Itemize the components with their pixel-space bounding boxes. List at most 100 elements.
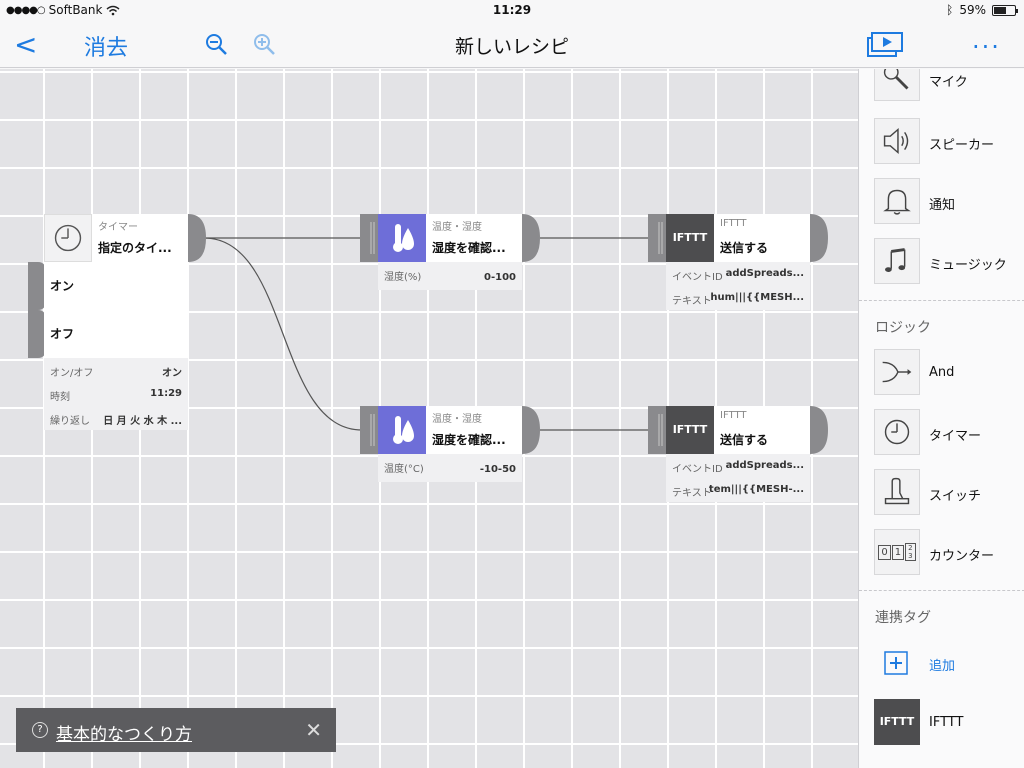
temperature-humidity-icon (378, 406, 426, 454)
palette-item-label: 通知 (929, 198, 956, 213)
counter-digit: 1 (891, 544, 905, 560)
ifttt-properties[interactable]: イベントID addSpreads... テキスト tem|||{{MESH-... (666, 454, 810, 502)
more-options-button[interactable]: ... (972, 26, 1001, 54)
input-connector-temperature[interactable] (360, 406, 378, 454)
palette-item-switch[interactable]: スイッチ (859, 469, 1024, 529)
close-icon[interactable]: ✕ (305, 718, 322, 742)
block-name: 湿度を確認... (432, 433, 506, 447)
back-button[interactable]: < (14, 28, 37, 61)
temperature-humidity-icon (378, 214, 426, 262)
counter-digits-stack: 2 3 (905, 543, 916, 561)
property-key: 繰り返し (50, 416, 90, 427)
property-key: 温度(°C) (384, 464, 424, 475)
zoom-out-icon[interactable] (204, 32, 228, 56)
block-category: 温度・湿度 (432, 414, 482, 425)
help-link[interactable]: 基本的なつくり方 (56, 720, 192, 745)
palette-item-speaker[interactable]: スピーカー (859, 118, 1024, 178)
property-value: オン (162, 368, 182, 379)
counter-digit: 2 (908, 544, 913, 552)
palette-item-label: And (929, 365, 955, 380)
property-row: イベントID addSpreads... (666, 454, 810, 478)
switch-lever-icon (874, 469, 920, 515)
property-key: イベントID (672, 464, 723, 475)
property-row: 繰り返し 日 月 火 水 木 ... (44, 406, 188, 430)
timer-block[interactable]: タイマー 指定のタイ... オン オフ オン/オフ オン 時刻 11:29 繰り返し… (44, 214, 188, 430)
humidity-properties[interactable]: 湿度(%) 0-100 (378, 262, 522, 290)
add-plus-icon (884, 651, 908, 675)
property-row: オン/オフ オン (44, 358, 188, 382)
property-value: hum|||{{MESH... (710, 292, 804, 303)
status-bar: ●●●●○ SoftBank 11:29 ᛒ 59% (0, 0, 1024, 20)
palette-item-label: マイク (929, 75, 968, 90)
ifttt-properties[interactable]: イベントID addSpreads... テキスト hum|||{{MESH... (666, 262, 810, 310)
ifttt-block-humidity[interactable]: IFTTT IFTTT 送信する イベントID addSpreads... テキス… (666, 214, 810, 310)
speaker-icon (874, 118, 920, 164)
output-row-off[interactable]: オフ (44, 310, 188, 358)
output-connector-temperature[interactable] (522, 406, 540, 454)
palette-item-counter[interactable]: 0 1 2 3 カウンター (859, 529, 1024, 589)
help-banner[interactable]: ? 基本的なつくり方 ✕ (16, 708, 336, 752)
battery-percent: 59% (959, 3, 986, 17)
palette-item-notification[interactable]: 通知 (859, 178, 1024, 238)
palette-item-music[interactable]: ミュージック (859, 238, 1024, 298)
clock: 11:29 (492, 3, 532, 17)
property-key: テキスト (672, 296, 712, 307)
block-name: 指定のタイ... (98, 241, 172, 255)
property-value: -10-50 (479, 464, 516, 475)
output-connector-ifttt-1[interactable] (810, 214, 828, 262)
microphone-icon (874, 69, 920, 101)
present-play-icon[interactable] (866, 30, 904, 58)
block-name: 湿度を確認... (432, 241, 506, 255)
input-connector-humidity[interactable] (360, 214, 378, 262)
recipe-canvas[interactable]: タイマー 指定のタイ... オン オフ オン/オフ オン 時刻 11:29 繰り返し… (0, 69, 858, 768)
output-connector-timer[interactable] (188, 214, 206, 262)
add-tag-button[interactable]: 追加 (859, 647, 1024, 707)
battery-icon (992, 4, 1018, 16)
add-tag-label: 追加 (929, 659, 956, 674)
block-category: 温度・湿度 (432, 222, 482, 233)
input-connector-ifttt-1[interactable] (648, 214, 666, 262)
palette-item-timer[interactable]: タイマー (859, 409, 1024, 469)
output-label: オン (50, 279, 75, 293)
counter-digit: 0 (878, 544, 891, 560)
palette-item-label: タイマー (929, 429, 982, 444)
ifttt-block-temperature[interactable]: IFTTT IFTTT 送信する イベントID addSpreads... テキス… (666, 406, 810, 502)
wire-timer-to-temperature (203, 237, 363, 431)
navigation-bar: < 消去 新しいレシピ ... (0, 20, 1024, 68)
block-category: タイマー (98, 222, 138, 233)
and-merge-icon (874, 349, 920, 395)
output-label: オフ (50, 327, 75, 341)
timer-icon (44, 214, 92, 262)
block-palette-sidebar[interactable]: マイク スピーカー 通知 ミュージック ロジック And タイマー スイッチ 0… (858, 69, 1024, 768)
temperature-properties[interactable]: 温度(°C) -10-50 (378, 454, 522, 482)
input-connector-ifttt-2[interactable] (648, 406, 666, 454)
output-connector-humidity[interactable] (522, 214, 540, 262)
humidity-block[interactable]: 温度・湿度 湿度を確認... 湿度(%) 0-100 (378, 214, 522, 290)
block-name: 送信する (720, 241, 769, 255)
battery-fill (994, 6, 1006, 14)
palette-item-and[interactable]: And (859, 349, 1024, 409)
ifttt-logo-icon: IFTTT (874, 699, 920, 745)
bell-icon (874, 178, 920, 224)
cancel-button[interactable]: 消去 (84, 30, 128, 62)
temperature-block[interactable]: 温度・湿度 湿度を確認... 温度(°C) -10-50 (378, 406, 522, 482)
ifttt-logo-icon: IFTTT (666, 214, 714, 262)
property-value: tem|||{{MESH-... (708, 484, 804, 495)
palette-item-microphone[interactable]: マイク (859, 69, 1024, 115)
output-row-on[interactable]: オン (44, 262, 188, 310)
property-value: 日 月 火 水 木 ... (103, 416, 182, 427)
palette-item-ifttt[interactable]: IFTTT IFTTT (859, 699, 1024, 759)
ifttt-logo-icon: IFTTT (666, 406, 714, 454)
property-row: 温度(°C) -10-50 (378, 454, 522, 482)
counter-icon: 0 1 2 3 (874, 529, 920, 575)
timer-icon (874, 409, 920, 455)
property-key: テキスト (672, 488, 712, 499)
logic-section-title: ロジック (875, 320, 931, 336)
timer-properties[interactable]: オン/オフ オン 時刻 11:29 繰り返し 日 月 火 水 木 ... (44, 358, 188, 430)
property-value: addSpreads... (725, 268, 804, 279)
counter-digit: 3 (908, 552, 913, 560)
output-connector-ifttt-2[interactable] (810, 406, 828, 454)
zoom-in-icon[interactable] (252, 32, 276, 56)
block-category: IFTTT (720, 410, 747, 421)
property-row: テキスト hum|||{{MESH... (666, 286, 810, 310)
